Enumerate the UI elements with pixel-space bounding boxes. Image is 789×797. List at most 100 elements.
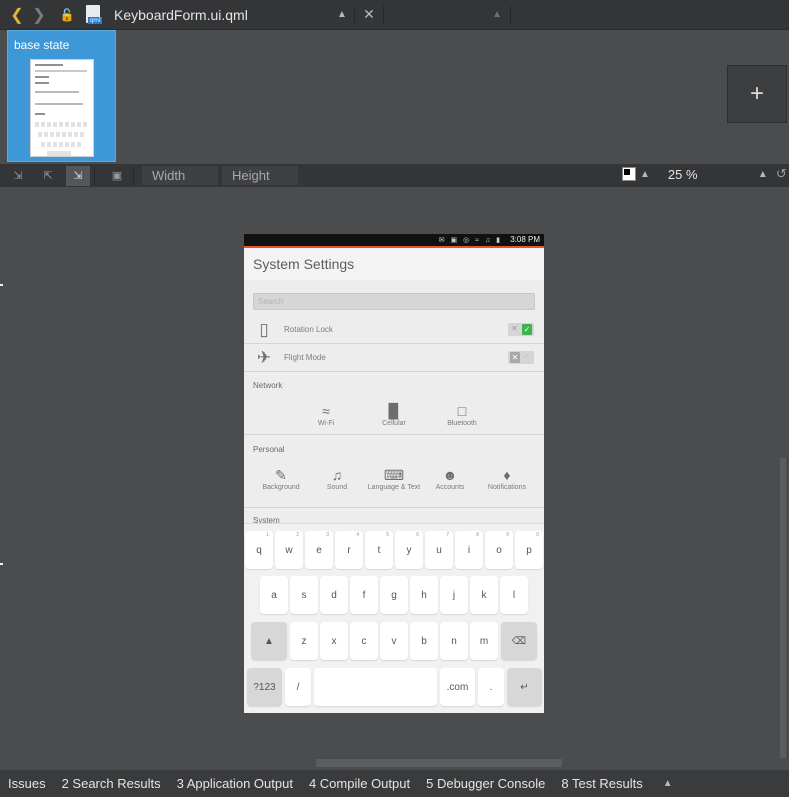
rotation-lock-switch[interactable]: ✕ ✓ xyxy=(508,323,534,336)
toolbar-divider xyxy=(383,5,384,24)
key-d[interactable]: d xyxy=(320,576,348,614)
bluetooth-icon: □ xyxy=(457,403,467,419)
key-h[interactable]: h xyxy=(410,576,438,614)
application-output-tab[interactable]: 3 Application Output xyxy=(177,776,293,791)
key-n[interactable]: n xyxy=(440,622,468,660)
music-note-icon: ♫ xyxy=(331,467,343,483)
reset-view-icon[interactable]: ↺ xyxy=(776,166,787,182)
key-o[interactable]: 9o xyxy=(485,531,513,569)
sound-item[interactable]: ♫ Sound xyxy=(305,466,369,492)
background-label: Background xyxy=(262,484,300,491)
key-p[interactable]: 0p xyxy=(515,531,543,569)
shift-key[interactable]: ▲ xyxy=(251,622,287,660)
back-arrow-icon[interactable]: ❮ xyxy=(6,4,28,26)
status-bar: ✉ ▣ ◎ ≈ ♫ ▮ 3:08 PM xyxy=(244,234,544,246)
flight-mode-row[interactable]: ✈ Flight Mode ✕ ✓ xyxy=(244,344,544,372)
rotation-lock-label: Rotation Lock xyxy=(284,325,333,334)
width-field[interactable]: Width xyxy=(142,166,218,185)
key-s[interactable]: s xyxy=(290,576,318,614)
horizontal-scrollbar[interactable] xyxy=(316,759,562,767)
language-item[interactable]: ⌨ Language & Text xyxy=(362,466,426,492)
open-file-title[interactable]: KeyboardForm.ui.qml xyxy=(114,7,334,23)
shift-icon: ▲ xyxy=(264,635,274,647)
key-w[interactable]: 2w xyxy=(275,531,303,569)
file-selector-arrows-icon[interactable]: ▲ xyxy=(334,9,350,20)
rotation-lock-row[interactable]: ▯ Rotation Lock ✕ ✓ xyxy=(244,316,544,344)
symbol-combo-box[interactable]: ▲ xyxy=(388,5,506,25)
base-state-thumbnail xyxy=(30,59,94,157)
show-bounding-rect-icon[interactable]: ▣ xyxy=(105,166,129,186)
add-state-button[interactable]: + xyxy=(727,65,787,123)
search-results-tab[interactable]: 2 Search Results xyxy=(62,776,161,791)
cellular-icon: ▉ xyxy=(388,403,400,419)
key-k[interactable]: k xyxy=(470,576,498,614)
color-spin-icon[interactable]: ▲ xyxy=(640,169,650,180)
key-l[interactable]: l xyxy=(500,576,528,614)
flight-mode-label: Flight Mode xyxy=(284,353,326,362)
bluetooth-item[interactable]: □ Bluetooth xyxy=(430,402,494,428)
compile-output-tab[interactable]: 4 Compile Output xyxy=(309,776,410,791)
close-file-icon[interactable]: ✕ xyxy=(359,6,379,23)
zoom-spin-icon[interactable]: ▲ xyxy=(758,169,768,180)
dot-key[interactable]: . xyxy=(478,668,504,706)
background-color-icon[interactable] xyxy=(622,167,636,181)
cellular-label: Cellular xyxy=(382,420,406,427)
test-results-tab[interactable]: 8 Test Results xyxy=(561,776,642,791)
dotcom-key[interactable]: .com xyxy=(440,668,475,706)
key-i[interactable]: 8i xyxy=(455,531,483,569)
snap-anchors-icon[interactable]: ⇱ xyxy=(36,166,60,186)
qt-creator-designer: ❮ ❯ 🔓 qml KeyboardForm.ui.qml ▲ ✕ ▲ base… xyxy=(0,0,789,797)
accounts-item[interactable]: ☻ Accounts xyxy=(418,466,482,492)
status-icons: ✉ ▣ ◎ ≈ ♫ ▮ xyxy=(438,237,502,244)
lock-icon[interactable]: 🔓 xyxy=(56,4,78,26)
key-u[interactable]: 7u xyxy=(425,531,453,569)
search-input[interactable]: Search xyxy=(253,293,535,310)
key-a[interactable]: a xyxy=(260,576,288,614)
more-tabs-icon[interactable]: ▲ xyxy=(663,778,673,789)
cellular-item[interactable]: ▉ Cellular xyxy=(362,402,426,428)
enter-key[interactable]: ↵ xyxy=(507,668,542,706)
notifications-item[interactable]: ♦ Notifications xyxy=(475,466,539,492)
bell-icon: ♦ xyxy=(503,467,511,483)
space-key[interactable] xyxy=(314,668,437,706)
symbols-key[interactable]: ?123 xyxy=(247,668,282,706)
key-m[interactable]: m xyxy=(470,622,498,660)
backspace-key[interactable]: ⌫ xyxy=(501,622,537,660)
key-y[interactable]: 6y xyxy=(395,531,423,569)
wifi-label: Wi-Fi xyxy=(317,420,335,427)
canvas-edge-mark xyxy=(0,284,3,286)
keyboard-icon: ⌨ xyxy=(383,467,405,483)
snap-margins-icon[interactable]: ⇲ xyxy=(6,166,30,186)
key-z[interactable]: z xyxy=(290,622,318,660)
key-g[interactable]: g xyxy=(380,576,408,614)
flight-mode-switch[interactable]: ✕ ✓ xyxy=(508,351,534,364)
vertical-scrollbar[interactable] xyxy=(780,458,786,758)
cross-icon: ✕ xyxy=(510,352,520,363)
key-r[interactable]: 4r xyxy=(335,531,363,569)
issues-tab[interactable]: Issues xyxy=(8,776,46,791)
background-item[interactable]: ✎ Background xyxy=(249,466,313,492)
key-c[interactable]: c xyxy=(350,622,378,660)
zoom-level[interactable]: 25 % xyxy=(668,167,754,182)
snap-without-anchors-icon[interactable]: ⇲ xyxy=(66,165,90,186)
base-state-card[interactable]: base state xyxy=(7,30,116,162)
key-e[interactable]: 3e xyxy=(305,531,333,569)
height-field[interactable]: Height xyxy=(222,166,298,185)
key-v[interactable]: v xyxy=(380,622,408,660)
key-b[interactable]: b xyxy=(410,622,438,660)
wifi-item[interactable]: ≈ Wi-Fi xyxy=(294,402,358,428)
debugger-console-tab[interactable]: 5 Debugger Console xyxy=(426,776,545,791)
key-t[interactable]: 5t xyxy=(365,531,393,569)
key-x[interactable]: x xyxy=(320,622,348,660)
zoom-controls: ▲ 25 % ▲ ↺ xyxy=(622,166,787,182)
key-f[interactable]: f xyxy=(350,576,378,614)
airplane-icon: ✈ xyxy=(256,348,272,367)
forward-arrow-icon[interactable]: ❯ xyxy=(28,4,50,26)
language-label: Language & Text xyxy=(367,484,421,491)
slash-key[interactable]: / xyxy=(285,668,311,706)
accounts-label: Accounts xyxy=(435,484,465,491)
key-q[interactable]: 1q xyxy=(245,531,273,569)
toolbar-divider xyxy=(354,5,355,24)
phone-preview[interactable]: ✉ ▣ ◎ ≈ ♫ ▮ 3:08 PM System Settings Sear… xyxy=(244,234,544,713)
key-j[interactable]: j xyxy=(440,576,468,614)
